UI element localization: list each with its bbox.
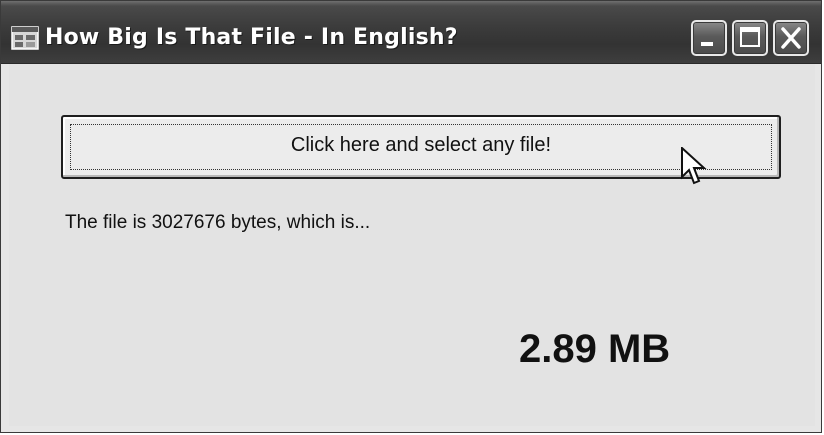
app-window: How Big Is That File - In English? Click… <box>0 0 822 433</box>
window-title: How Big Is That File - In English? <box>45 25 458 50</box>
select-file-button[interactable]: Click here and select any file! <box>61 115 781 179</box>
minimize-button[interactable] <box>691 20 727 56</box>
close-button[interactable] <box>773 20 809 56</box>
mouse-pointer-icon <box>681 145 707 189</box>
file-size-result: 2.89 MB <box>519 327 671 371</box>
title-bar[interactable]: How Big Is That File - In English? <box>1 1 821 64</box>
maximize-icon <box>740 27 760 47</box>
minimize-icon <box>701 42 713 46</box>
select-file-button-label: Click here and select any file! <box>290 134 552 156</box>
file-info-text: The file is 3027676 bytes, which is... <box>65 212 371 233</box>
maximize-button[interactable] <box>732 20 768 56</box>
app-window-icon <box>11 26 39 50</box>
close-icon <box>781 27 801 49</box>
